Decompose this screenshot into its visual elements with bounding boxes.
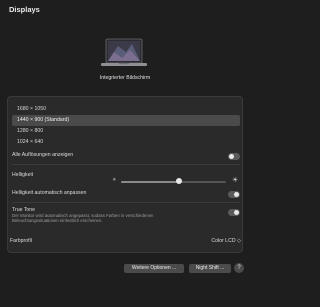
- resolution-item[interactable]: 1280 × 800: [12, 126, 240, 137]
- show-all-resolutions-label: Alle Auflösungen anzeigen: [12, 152, 74, 158]
- show-all-resolutions-row: Alle Auflösungen anzeigen: [12, 152, 240, 160]
- resolution-list[interactable]: 1680 × 1050 1440 × 900 (Standard) 1280 ×…: [12, 104, 240, 148]
- laptop-icon: [101, 38, 147, 66]
- true-tone-toggle[interactable]: [228, 209, 240, 216]
- color-profile-select[interactable]: Color LCD ◇: [211, 238, 241, 244]
- resolution-item[interactable]: 1024 × 640: [12, 137, 240, 148]
- auto-brightness-label: Helligkeit automatisch anpassen: [12, 190, 87, 196]
- true-tone-description: Der Monitor wird automatisch angepasst, …: [12, 213, 154, 224]
- auto-brightness-row: Helligkeit automatisch anpassen: [12, 190, 240, 198]
- brightness-row: Helligkeit ☀ ☀: [12, 172, 240, 184]
- true-tone-row: True Tone Der Monitor wird automatisch a…: [12, 207, 240, 229]
- brightness-low-icon: ☀: [112, 177, 117, 183]
- window-title: Displays: [9, 5, 40, 14]
- brightness-label: Helligkeit: [12, 172, 34, 178]
- slider-thumb[interactable]: [175, 178, 182, 184]
- toggle-knob: [234, 191, 239, 197]
- slider-fill: [121, 181, 179, 183]
- color-profile-label: Farbprofil: [10, 238, 32, 244]
- settings-panel: 1680 × 1050 1440 × 900 (Standard) 1280 ×…: [7, 96, 243, 253]
- resolution-item[interactable]: 1680 × 1050: [12, 104, 240, 115]
- display-name: Integrierter Bildschirm: [99, 75, 151, 81]
- divider: [12, 164, 240, 165]
- auto-brightness-toggle[interactable]: [228, 191, 240, 198]
- resolution-item-selected[interactable]: 1440 × 900 (Standard): [12, 115, 240, 126]
- advanced-options-button[interactable]: Weitere Optionen ...: [124, 264, 184, 273]
- show-all-resolutions-toggle[interactable]: [228, 153, 240, 160]
- brightness-slider-track[interactable]: [121, 178, 226, 186]
- brightness-high-icon: ☀: [232, 177, 239, 184]
- brightness-slider[interactable]: ☀ ☀: [112, 177, 240, 186]
- night-shift-button[interactable]: Night Shift ...: [189, 264, 231, 273]
- toggle-knob: [234, 209, 239, 215]
- toggle-knob: [229, 153, 234, 159]
- help-button[interactable]: ?: [234, 263, 244, 273]
- divider: [12, 202, 240, 203]
